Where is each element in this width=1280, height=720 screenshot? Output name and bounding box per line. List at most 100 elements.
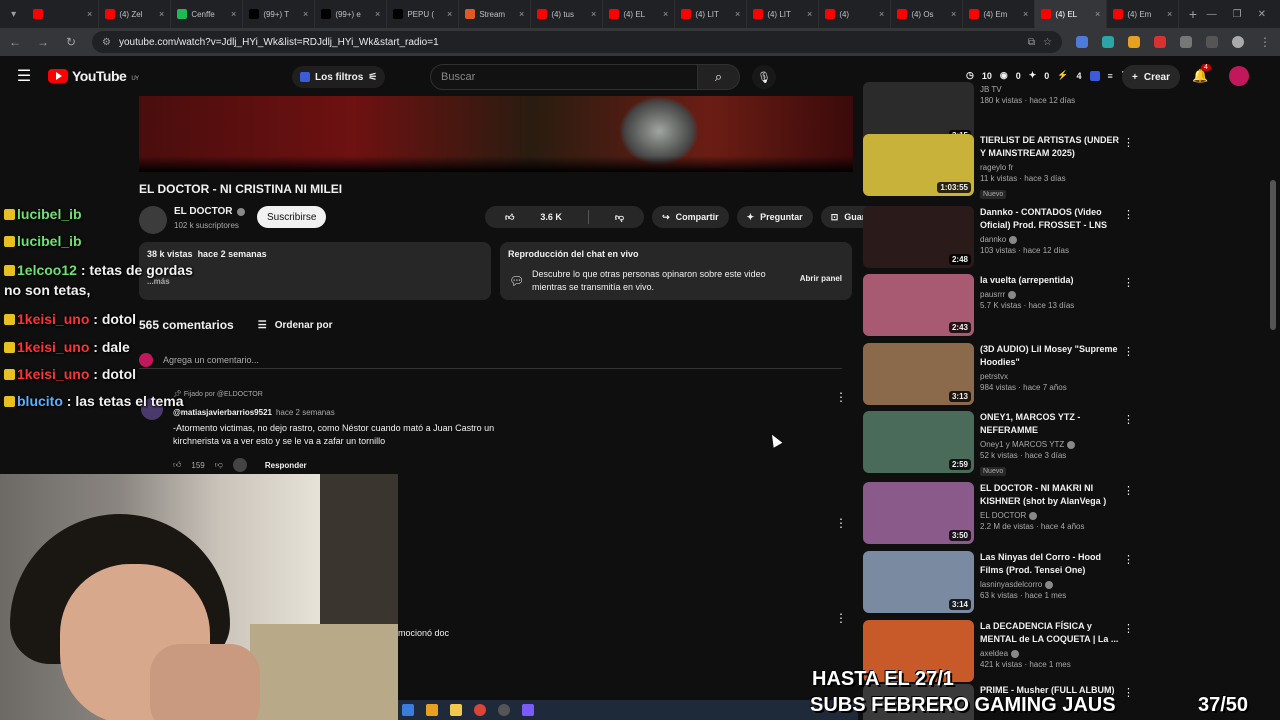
recommended-video[interactable]: 1:03:55 TIERLIST DE ARTISTAS (UNDER Y MAI… xyxy=(863,134,1138,199)
comment-author[interactable]: @matiasjavierbarrios9521 xyxy=(173,408,272,417)
ask-button[interactable]: ✦ Preguntar xyxy=(736,206,813,228)
channel-avatar[interactable] xyxy=(139,206,167,234)
video-title[interactable]: (3D AUDIO) Lil Mosey "Supreme Hoodies" xyxy=(980,343,1120,369)
video-channel[interactable]: pausrrr xyxy=(980,290,1120,299)
list-icon[interactable]: ≡ xyxy=(1108,71,1113,81)
video-thumbnail[interactable]: 2:48 xyxy=(863,206,974,268)
back-icon[interactable]: ← xyxy=(8,35,22,49)
browser-tab[interactable]: (4) Zel × xyxy=(99,0,172,28)
browser-tab[interactable]: (4) EL × xyxy=(603,0,676,28)
tab-close-icon[interactable]: × xyxy=(303,9,308,19)
video-channel[interactable]: axeldea xyxy=(980,649,1120,658)
video-title[interactable]: La DECADENCIA FÍSICA y MENTAL de LA COQU… xyxy=(980,620,1120,646)
channel-name-row[interactable]: EL DOCTOR xyxy=(174,206,245,217)
menu-lines-icon[interactable] xyxy=(1206,36,1218,48)
tab-close-icon[interactable]: × xyxy=(1167,9,1172,19)
tab-close-icon[interactable]: × xyxy=(231,9,236,19)
maximize-icon[interactable]: ❐ xyxy=(1233,9,1242,20)
tab-close-icon[interactable]: × xyxy=(1023,9,1028,19)
video-channel[interactable]: EL DOCTOR xyxy=(980,511,1120,520)
tab-search-icon[interactable]: ▾ xyxy=(0,0,27,28)
browser-tab[interactable]: (99+) e × xyxy=(315,0,388,28)
browser-tab[interactable]: Stream × xyxy=(459,0,532,28)
share-button[interactable]: ↪ Compartir xyxy=(652,206,729,228)
like-button[interactable]: 👍︎ 3.6 K xyxy=(485,206,582,228)
browser-tab[interactable]: Cenffe × xyxy=(171,0,244,28)
browser-tab[interactable]: (4) × xyxy=(819,0,892,28)
video-channel[interactable]: JB TV xyxy=(980,85,1120,94)
extension-badge-icon[interactable] xyxy=(1089,70,1100,81)
recommended-video[interactable]: 3:50 EL DOCTOR - NI MAKRI NI KISHNER (sho… xyxy=(863,482,1138,546)
comment-dislike-button[interactable]: 👎︎ xyxy=(215,460,223,470)
tab-close-icon[interactable]: × xyxy=(87,9,92,19)
tab-close-icon[interactable]: × xyxy=(735,9,740,19)
browser-tab[interactable]: (99+) T × xyxy=(243,0,316,28)
extensions-puzzle-icon[interactable] xyxy=(1180,36,1192,48)
microphone-icon[interactable]: 🎙 xyxy=(752,65,776,89)
video-title[interactable]: TIERLIST DE ARTISTAS (UNDER Y MAINSTREAM… xyxy=(980,134,1120,160)
open-panel-button[interactable]: Abrir panel xyxy=(800,274,842,283)
recommended-video[interactable]: 2:59 ONEY1, MARCOS YTZ - NEFERAMME Oney1 y… xyxy=(863,411,1138,476)
video-title[interactable]: Dannko - CONTADOS (Video Oficial) Prod. … xyxy=(980,206,1120,232)
tab-close-icon[interactable]: × xyxy=(951,9,956,19)
video-menu-icon[interactable]: ⋮ xyxy=(1123,208,1134,221)
subscribe-button[interactable]: Suscribirse xyxy=(257,206,327,228)
filters-button[interactable]: Los filtros ⚟ xyxy=(292,66,386,88)
account-avatar[interactable] xyxy=(1229,66,1249,86)
video-title[interactable]: la vuelta (arrepentida) xyxy=(980,274,1120,287)
video-title[interactable]: ONEY1, MARCOS YTZ - NEFERAMME xyxy=(980,411,1120,437)
video-thumbnail[interactable]: 3:13 xyxy=(863,343,974,405)
taskbar-obs-icon[interactable] xyxy=(498,704,510,716)
extension-icon[interactable] xyxy=(1076,36,1088,48)
tab-close-icon[interactable]: × xyxy=(447,9,452,19)
tab-close-icon[interactable]: × xyxy=(663,9,668,19)
close-window-icon[interactable]: ✕ xyxy=(1258,9,1266,20)
comment-menu-icon[interactable]: ⋮ xyxy=(835,611,847,625)
browser-tab[interactable]: (4) LIT × xyxy=(747,0,820,28)
url-field[interactable]: ⚙ youtube.com/watch?v=Jdlj_HYi_Wk&list=R… xyxy=(92,31,1062,53)
video-title[interactable]: EL DOCTOR - NI MAKRI NI KISHNER (shot by… xyxy=(980,482,1120,508)
video-menu-icon[interactable]: ⋮ xyxy=(1123,136,1134,149)
video-player[interactable] xyxy=(139,96,853,172)
video-menu-icon[interactable]: ⋮ xyxy=(1123,484,1134,497)
taskbar-app-icon[interactable] xyxy=(426,704,438,716)
youtube-logo[interactable]: YouTube UY xyxy=(48,68,139,84)
recommended-video[interactable]: 3:13 (3D AUDIO) Lil Mosey "Supreme Hoodie… xyxy=(863,343,1138,407)
bookmark-star-icon[interactable]: ☆ xyxy=(1043,37,1052,48)
browser-tab[interactable]: (4) Os × xyxy=(891,0,964,28)
video-menu-icon[interactable]: ⋮ xyxy=(1123,413,1134,426)
sort-button[interactable]: ☰ Ordenar por xyxy=(258,320,333,331)
video-channel[interactable]: lasninyasdelcorro xyxy=(980,580,1120,589)
extension-icon[interactable] xyxy=(1128,36,1140,48)
video-menu-icon[interactable]: ⋮ xyxy=(1123,553,1134,566)
taskbar-app-icon[interactable] xyxy=(402,704,414,716)
browser-menu-icon[interactable]: ⋮ xyxy=(1258,35,1272,49)
dislike-button[interactable]: 👎︎ xyxy=(595,206,644,228)
comment-like-button[interactable]: 👍︎ xyxy=(173,460,181,470)
search-icon[interactable]: ⌕ xyxy=(698,64,740,90)
browser-tab[interactable]: (4) EL × xyxy=(1035,0,1108,28)
install-icon[interactable]: ⧉ xyxy=(1028,37,1035,48)
video-thumbnail[interactable]: 3:14 xyxy=(863,551,974,613)
video-channel[interactable]: rageylo fr xyxy=(980,163,1120,172)
tab-close-icon[interactable]: × xyxy=(879,9,884,19)
browser-tab[interactable]: (4) LIT × xyxy=(675,0,748,28)
extension-icon[interactable] xyxy=(1154,36,1166,48)
recommended-video[interactable]: 2:48 Dannko - CONTADOS (Video Oficial) Pr… xyxy=(863,206,1138,270)
video-menu-icon[interactable]: ⋮ xyxy=(1123,276,1134,289)
tab-close-icon[interactable]: × xyxy=(375,9,380,19)
recommended-video[interactable]: 3:14 Las Ninyas del Corro - Hood Films (P… xyxy=(863,551,1138,615)
browser-tab[interactable]: PEPU (× xyxy=(387,0,460,28)
video-menu-icon[interactable]: ⋮ xyxy=(1123,686,1134,699)
video-thumbnail[interactable]: 2:59 xyxy=(863,411,974,473)
menu-icon[interactable]: ☰ xyxy=(0,66,48,86)
profile-avatar[interactable] xyxy=(1232,36,1244,48)
video-channel[interactable]: dannko xyxy=(980,235,1120,244)
page-scrollbar[interactable] xyxy=(1270,180,1276,330)
tab-close-icon[interactable]: × xyxy=(807,9,812,19)
video-menu-icon[interactable]: ⋮ xyxy=(1123,345,1134,358)
tab-close-icon[interactable]: × xyxy=(519,9,524,19)
tab-close-icon[interactable]: × xyxy=(159,9,164,19)
taskbar-chrome-icon[interactable] xyxy=(474,704,486,716)
add-comment-field[interactable]: Agrega un comentario... xyxy=(139,351,842,369)
